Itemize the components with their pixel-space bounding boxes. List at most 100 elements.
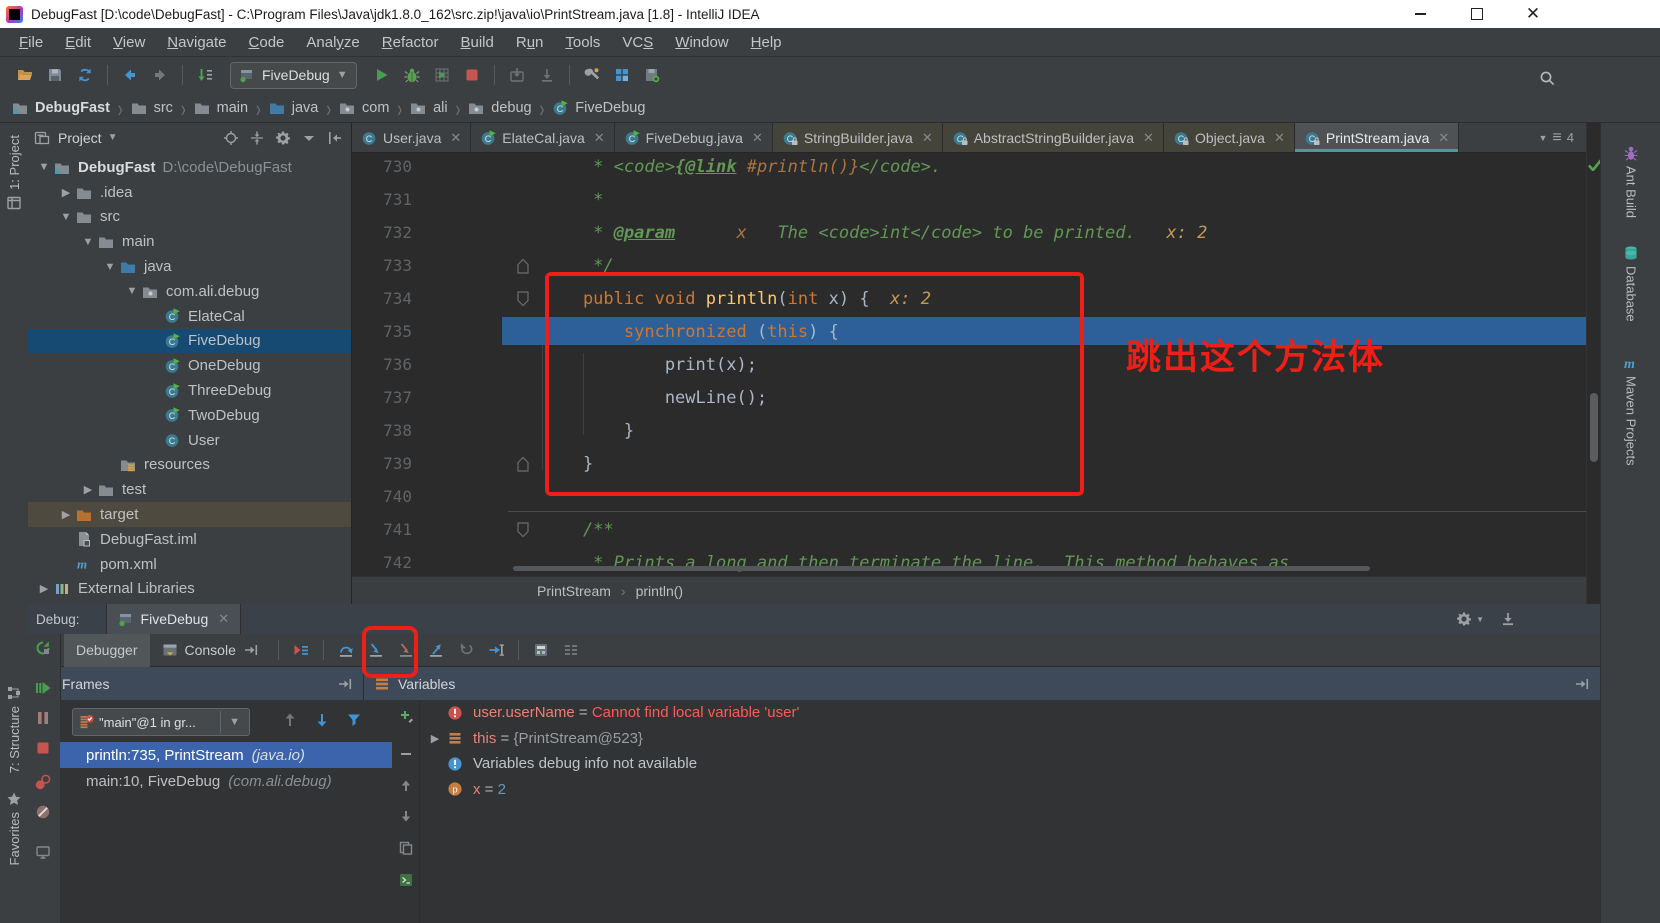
menu-item-refactor[interactable]: Refactor bbox=[371, 34, 450, 51]
tree-item-threedebug[interactable]: C ThreeDebug bbox=[28, 378, 351, 403]
line-number[interactable]: 739 bbox=[352, 454, 412, 473]
tab-close-icon[interactable]: ✕ bbox=[450, 130, 461, 146]
line-number[interactable]: 734 bbox=[352, 289, 412, 308]
code-text[interactable]: } bbox=[536, 454, 593, 474]
tree-item-elatecal[interactable]: C ElateCal bbox=[28, 304, 351, 329]
frame-row[interactable]: println:735, PrintStream (java.io) bbox=[60, 742, 392, 768]
tree-item-java[interactable]: ▼ java bbox=[28, 254, 351, 279]
tree-item-target[interactable]: ▶ target bbox=[28, 502, 351, 527]
tree-item-.idea[interactable]: ▶ .idea bbox=[28, 180, 351, 205]
tool-button-ant-build[interactable]: Ant Build bbox=[1601, 145, 1660, 218]
tree-expand-right-icon[interactable]: ▶ bbox=[58, 508, 74, 521]
wrench-icon[interactable] bbox=[577, 62, 607, 88]
tab-close-icon[interactable]: ✕ bbox=[752, 130, 763, 146]
gear-icon[interactable] bbox=[275, 130, 291, 146]
fold-marker-down[interactable] bbox=[510, 521, 536, 538]
code-text[interactable]: } bbox=[536, 421, 634, 441]
code-text[interactable]: print(x); bbox=[536, 355, 757, 375]
layout-icon[interactable] bbox=[556, 637, 586, 663]
tab-printstream-java[interactable]: C PrintStream.java ✕ bbox=[1294, 123, 1460, 152]
variable-row[interactable]: ▶ this = {PrintStream@523} bbox=[420, 726, 1600, 752]
tree-item-src[interactable]: ▼ src bbox=[28, 205, 351, 230]
stop-debug-icon[interactable] bbox=[35, 740, 51, 756]
tool-button-maven-projects[interactable]: m Maven Projects bbox=[1601, 355, 1660, 466]
tab-elatecal-java[interactable]: C ElateCal.java ✕ bbox=[471, 123, 615, 152]
tree-item-resources[interactable]: resources bbox=[28, 453, 351, 478]
frame-row[interactable]: main:10, FiveDebug (com.ali.debug) bbox=[60, 768, 392, 794]
menu-item-vcs[interactable]: VCS bbox=[611, 34, 664, 51]
tree-item-twodebug[interactable]: C TwoDebug bbox=[28, 403, 351, 428]
code-text[interactable]: newLine(); bbox=[536, 388, 767, 408]
editor-vertical-scrollbar[interactable] bbox=[1590, 393, 1598, 462]
thread-dropdown-arrow-icon[interactable]: ▼ bbox=[220, 711, 244, 733]
line-number[interactable]: 732 bbox=[352, 223, 412, 242]
tree-expand-down-icon[interactable]: ▼ bbox=[80, 236, 96, 248]
tab-abstractstringbuilder-java[interactable]: C AbstractStringBuilder.java ✕ bbox=[942, 123, 1164, 152]
tree-expand-down-icon[interactable]: ▼ bbox=[124, 285, 140, 297]
tree-expand-down-icon[interactable]: ▼ bbox=[36, 161, 52, 173]
breadcrumb-item-src[interactable]: src bbox=[131, 100, 173, 116]
tool-button-favorites[interactable]: Favorites bbox=[0, 791, 28, 865]
code-text[interactable]: synchronized (this) { bbox=[536, 322, 839, 342]
line-number[interactable]: 731 bbox=[352, 190, 412, 209]
fold-marker-up[interactable] bbox=[510, 258, 536, 274]
tree-expand-down-icon[interactable]: ▼ bbox=[58, 211, 74, 223]
fold-marker-down[interactable] bbox=[510, 290, 536, 307]
tab-close-icon[interactable]: ✕ bbox=[1143, 130, 1154, 146]
show-execution-point-icon[interactable] bbox=[286, 637, 316, 663]
frame-down-icon[interactable] bbox=[314, 712, 330, 728]
mute-breakpoints-icon[interactable] bbox=[35, 804, 51, 820]
code-text[interactable]: * @param x The <code>int</code> to be pr… bbox=[536, 223, 1207, 243]
menu-item-window[interactable]: Window bbox=[664, 34, 739, 51]
breadcrumb-item-com[interactable]: com bbox=[339, 100, 389, 116]
tool-button-database[interactable]: Database bbox=[1601, 245, 1660, 322]
search-everywhere-button[interactable] bbox=[1532, 65, 1562, 91]
line-number[interactable]: 740 bbox=[352, 487, 412, 506]
add-watch-icon[interactable] bbox=[398, 708, 414, 724]
back-icon[interactable] bbox=[115, 62, 145, 88]
debug-tab-console[interactable]: Console bbox=[150, 634, 271, 667]
menu-item-code[interactable]: Code bbox=[238, 34, 296, 51]
maximize-button[interactable] bbox=[1460, 0, 1494, 28]
menu-item-file[interactable]: File bbox=[8, 34, 54, 51]
code-editor[interactable]: 730 * <code>{@link #println()}</code>. 73… bbox=[352, 150, 1586, 574]
thread-selector[interactable]: "main"@1 in gr... ▼ bbox=[72, 708, 250, 736]
variable-row[interactable]: user.userName = Cannot find local variab… bbox=[420, 700, 1600, 726]
force-step-into-icon[interactable] bbox=[391, 637, 421, 663]
tree-item-fivedebug[interactable]: C FiveDebug bbox=[28, 328, 351, 354]
code-line-731[interactable]: 731 * bbox=[352, 183, 1586, 216]
pin-icon[interactable] bbox=[337, 676, 353, 692]
tree-item-external-libraries[interactable]: ▶ External Libraries bbox=[28, 577, 351, 602]
run-configuration-select[interactable]: FiveDebug ▼ bbox=[230, 61, 357, 89]
pin-icon[interactable] bbox=[243, 642, 259, 658]
debug-icon[interactable] bbox=[397, 62, 427, 88]
close-session-icon[interactable]: ✕ bbox=[218, 611, 229, 627]
tree-expand-right-icon[interactable]: ▶ bbox=[80, 483, 96, 496]
code-text[interactable]: * bbox=[536, 190, 603, 210]
menu-item-analyze[interactable]: Analyze bbox=[295, 34, 370, 51]
hide-stripe-icon[interactable] bbox=[327, 130, 343, 146]
pin-icon[interactable] bbox=[1574, 676, 1590, 692]
tree-expand-right-icon[interactable]: ▶ bbox=[36, 582, 52, 595]
tab-fivedebug-java[interactable]: C FiveDebug.java ✕ bbox=[614, 123, 773, 152]
code-line-739[interactable]: 739 } bbox=[352, 447, 1586, 480]
code-line-741[interactable]: 741 /** bbox=[352, 513, 1586, 546]
structure-grid-icon[interactable] bbox=[607, 62, 637, 88]
dump-icon[interactable] bbox=[532, 62, 562, 88]
code-text[interactable]: public void println(int x) { x: 2 bbox=[536, 289, 931, 309]
tab-close-icon[interactable]: ✕ bbox=[1438, 130, 1449, 146]
editor-horizontal-scrollbar[interactable] bbox=[513, 566, 1370, 571]
view-breakpoints-icon[interactable] bbox=[35, 774, 51, 790]
frame-up-icon[interactable] bbox=[282, 712, 298, 728]
tree-item-pom.xml[interactable]: m pom.xml bbox=[28, 552, 351, 577]
breadcrumb-item-debugfast[interactable]: DebugFast bbox=[12, 100, 110, 116]
fold-marker-up[interactable] bbox=[510, 456, 536, 472]
menu-item-help[interactable]: Help bbox=[740, 34, 793, 51]
code-line-730[interactable]: 730 * <code>{@link #println()}</code>. bbox=[352, 150, 1586, 183]
rerun-icon[interactable] bbox=[35, 640, 51, 656]
breadcrumb-item-ali[interactable]: ali bbox=[410, 100, 448, 116]
step-out-icon[interactable] bbox=[421, 637, 451, 663]
combo-arrow[interactable] bbox=[301, 130, 317, 146]
move-up-icon[interactable] bbox=[398, 778, 414, 794]
stop-icon[interactable] bbox=[457, 62, 487, 88]
